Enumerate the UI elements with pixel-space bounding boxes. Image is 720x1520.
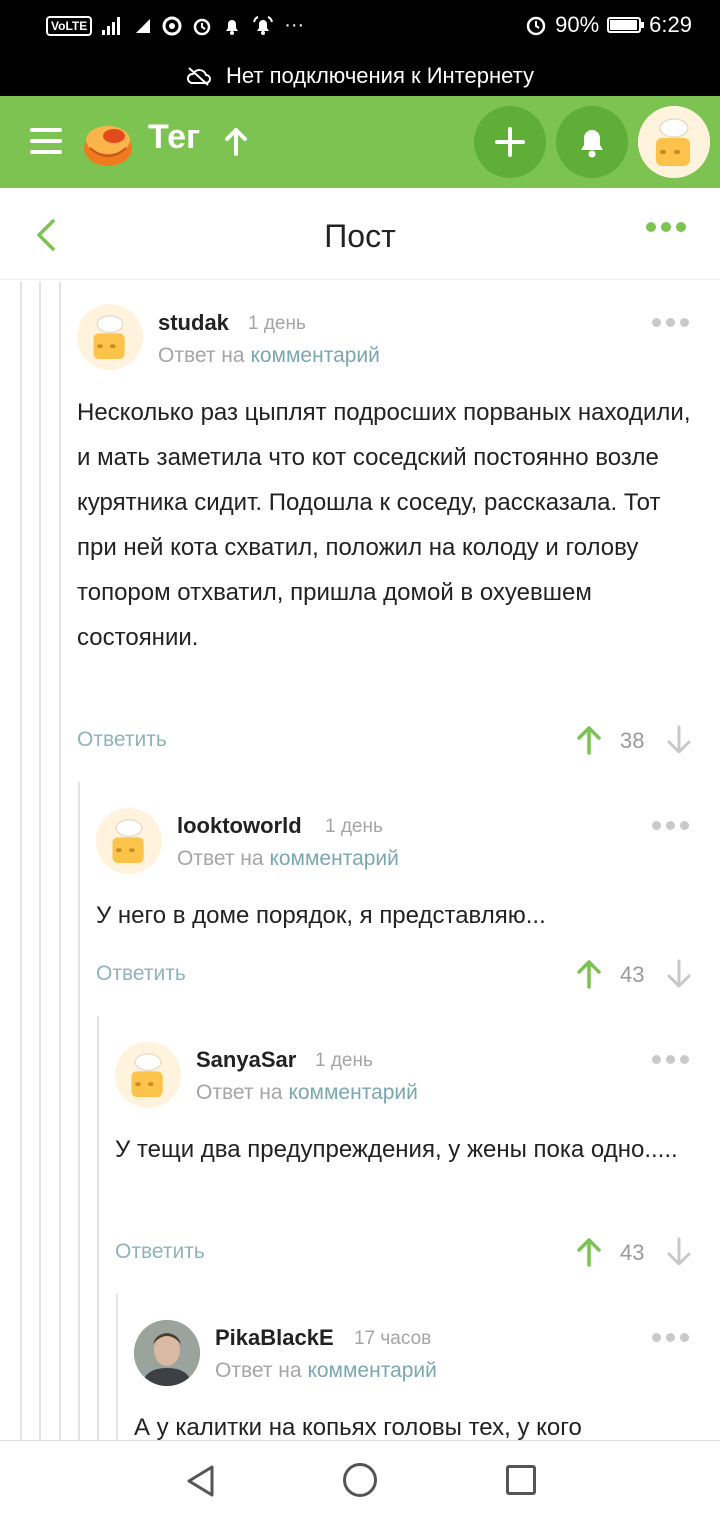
clock: 6:29 <box>649 12 692 37</box>
battery-percent: 90% <box>555 12 600 37</box>
avatar[interactable] <box>134 1320 200 1386</box>
reply-prefix: Ответ на <box>158 344 245 367</box>
thread-line <box>97 1016 99 1440</box>
more-options-icon[interactable] <box>646 222 686 232</box>
menu-icon[interactable] <box>30 128 62 154</box>
default-avatar-icon <box>77 304 143 370</box>
volte-badge: VoLTE <box>46 15 93 36</box>
reply-to: Ответ на комментарий <box>158 344 380 368</box>
default-avatar-icon <box>96 808 162 874</box>
comment-author[interactable]: SanyaSar <box>196 1047 296 1073</box>
comment-more-icon[interactable] <box>652 1333 689 1342</box>
comment-rating: 38 <box>620 728 645 753</box>
nav-back-icon[interactable] <box>184 1463 218 1499</box>
plus-icon <box>495 127 525 157</box>
nav-recents-icon[interactable] <box>506 1465 536 1495</box>
user-photo-icon <box>134 1320 200 1386</box>
notification-bell-icon <box>226 19 239 35</box>
comment-author[interactable]: PikaBlackE <box>215 1325 334 1351</box>
reply-to: Ответ на комментарий <box>215 1359 437 1383</box>
reply-button[interactable]: Ответить <box>77 728 167 752</box>
comment-time: 17 часов <box>354 1328 432 1349</box>
app-title[interactable]: Тег <box>148 118 200 157</box>
more-notifications-icon: ··· <box>284 14 305 36</box>
thread-line <box>39 282 41 1440</box>
system-navigation-bar <box>0 1440 720 1520</box>
notification-bell-icon-2 <box>253 15 274 35</box>
upvote-arrow-icon[interactable] <box>576 959 602 989</box>
reply-prefix: Ответ на <box>196 1081 283 1104</box>
pikabu-logo-icon[interactable] <box>80 114 136 170</box>
nav-home-icon[interactable] <box>343 1463 377 1497</box>
default-avatar-icon <box>638 106 710 178</box>
notifications-button[interactable] <box>556 106 628 178</box>
comment-time: 1 день <box>325 816 383 837</box>
default-avatar-icon <box>115 1042 181 1108</box>
status-bar: VoLTE ··· 90% 6:29 <box>0 0 720 56</box>
avatar[interactable] <box>115 1042 181 1108</box>
reply-link[interactable]: комментарий <box>288 1081 417 1104</box>
thread-line <box>116 1294 118 1440</box>
battery-icon <box>607 17 645 33</box>
reply-to: Ответ на комментарий <box>177 847 399 871</box>
comment-rating: 43 <box>620 962 645 987</box>
reply-button[interactable]: Ответить <box>96 962 186 986</box>
thread-line <box>20 282 22 1440</box>
comment-text: У него в доме порядок, я представляю... <box>96 902 546 929</box>
avatar[interactable] <box>96 808 162 874</box>
app-bar: Тег <box>0 96 720 188</box>
thread-line <box>78 782 80 1440</box>
add-post-button[interactable] <box>474 106 546 178</box>
reply-prefix: Ответ на <box>177 847 264 870</box>
downvote-arrow-icon[interactable] <box>666 1237 692 1267</box>
reply-button[interactable]: Ответить <box>115 1240 205 1264</box>
avatar[interactable] <box>77 304 143 370</box>
comment-more-icon[interactable] <box>652 318 689 327</box>
comment-time: 1 день <box>248 313 306 334</box>
status-left: VoLTE ··· <box>46 14 304 37</box>
alarm-clock-icon <box>526 16 546 36</box>
offline-banner: Нет подключения к Интернету <box>0 56 720 96</box>
page-title: Пост <box>324 218 396 254</box>
reply-link[interactable]: комментарий <box>307 1359 436 1382</box>
comment-author[interactable]: looktoworld <box>177 813 302 839</box>
profile-avatar[interactable] <box>638 106 710 178</box>
comment-rating: 43 <box>620 1240 645 1265</box>
alarm-icon <box>193 18 211 35</box>
upvote-arrow-icon[interactable] <box>576 725 602 755</box>
comment-text: Несколько раз цыплят подросших порваных … <box>77 399 691 651</box>
comment-more-icon[interactable] <box>652 1055 689 1064</box>
downvote-arrow-icon[interactable] <box>666 725 692 755</box>
offline-text: Нет подключения к Интернету <box>226 63 534 88</box>
comment-time: 1 день <box>315 1050 373 1071</box>
comment-text: А у калитки на копьях головы тех, у кого <box>134 1414 582 1440</box>
post-header: Пост <box>0 188 720 280</box>
thread-line <box>59 282 61 1440</box>
reply-to: Ответ на комментарий <box>196 1081 418 1105</box>
arrow-up-icon[interactable] <box>222 124 250 158</box>
downvote-arrow-icon[interactable] <box>666 959 692 989</box>
status-right: 90% 6:29 <box>525 12 692 38</box>
wifi-icon <box>136 18 151 33</box>
signal-icon <box>102 16 121 35</box>
upvote-arrow-icon[interactable] <box>576 1237 602 1267</box>
chrome-icon <box>162 16 182 35</box>
comment-text: У тещи два предупреждения, у жены пока о… <box>115 1136 678 1163</box>
comment-more-icon[interactable] <box>652 821 689 830</box>
bell-icon <box>581 130 603 158</box>
cloud-off-icon <box>187 67 211 86</box>
comment-author[interactable]: studak <box>158 310 229 336</box>
reply-link[interactable]: комментарий <box>250 344 379 367</box>
reply-link[interactable]: комментарий <box>269 847 398 870</box>
reply-prefix: Ответ на <box>215 1359 302 1382</box>
